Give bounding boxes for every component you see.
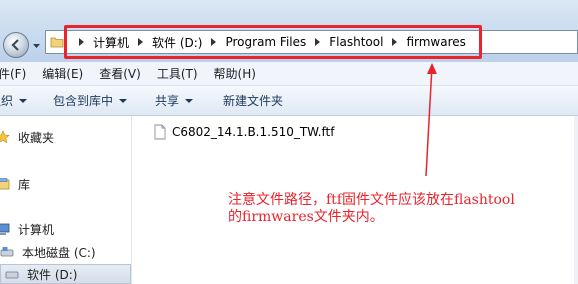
menu-tools[interactable]: 工具(T) xyxy=(157,65,198,82)
recent-pages-dropdown-icon[interactable] xyxy=(32,42,41,50)
breadcrumb-program-files[interactable]: Program Files xyxy=(225,35,306,49)
list-item[interactable]: C6802_14.1.B.1.510_TW.ftf xyxy=(154,124,334,140)
new-folder-label: 新建文件夹 xyxy=(223,94,284,108)
breadcrumb-software-d[interactable]: 软件 (D:) xyxy=(152,34,202,51)
menu-help[interactable]: 帮助(H) xyxy=(214,65,256,82)
computer-icon xyxy=(0,223,10,235)
breadcrumb-separator-icon[interactable] xyxy=(79,38,84,46)
breadcrumb-separator-icon[interactable] xyxy=(211,38,217,46)
include-in-library-label: 包含到库中 xyxy=(53,94,114,108)
chevron-down-icon xyxy=(19,98,28,103)
breadcrumb-computer[interactable]: 计算机 xyxy=(93,34,129,51)
chevron-down-icon xyxy=(119,98,128,103)
nav-item-local-disk-c[interactable]: 本地磁盘 (C:) xyxy=(0,242,96,262)
chevron-down-icon xyxy=(185,98,194,103)
share-label: 共享 xyxy=(155,94,180,108)
nav-item-label: 收藏夹 xyxy=(18,130,55,145)
annotation-note: 注意文件路径，ftf固件文件应该放在flashtool 的firmwares文件… xyxy=(228,192,573,226)
share-button[interactable]: 共享 xyxy=(155,92,194,109)
navigation-pane: 收藏夹 库 计算机 本地磁盘 (C:) 软件 (D:) xyxy=(0,116,132,284)
organize-label: 组织 xyxy=(0,94,14,108)
nav-item-computer[interactable]: 计算机 xyxy=(0,219,54,239)
drive-icon xyxy=(0,247,14,257)
new-folder-button[interactable]: 新建文件夹 xyxy=(223,92,283,109)
nav-item-label: 软件 (D:) xyxy=(27,267,78,282)
include-in-library-button[interactable]: 包含到库中 xyxy=(53,92,128,109)
drive-icon xyxy=(5,271,19,279)
address-bar[interactable]: 计算机 软件 (D:) Program Files Flashtool firm… xyxy=(45,30,578,54)
breadcrumb-firmwares[interactable]: firmwares xyxy=(406,35,465,49)
command-bar: 组织 包含到库中 共享 新建文件夹 xyxy=(0,86,578,116)
nav-item-libraries[interactable]: 库 xyxy=(0,174,30,194)
breadcrumb-separator-icon[interactable] xyxy=(138,38,144,46)
back-button[interactable] xyxy=(3,32,29,58)
folder-icon xyxy=(50,37,64,48)
nav-item-label: 库 xyxy=(18,177,31,192)
breadcrumb-separator-icon[interactable] xyxy=(392,38,398,46)
organize-button[interactable]: 组织 xyxy=(0,92,28,109)
menu-bar: 件(F) 编辑(E) 查看(V) 工具(T) 帮助(H) xyxy=(0,62,578,86)
back-arrow-icon xyxy=(11,39,19,51)
library-icon xyxy=(0,178,10,190)
menu-view[interactable]: 查看(V) xyxy=(99,65,141,82)
star-icon xyxy=(0,130,10,144)
annotation-line-2: 的firmwares文件夹内。 xyxy=(228,209,384,225)
file-name: C6802_14.1.B.1.510_TW.ftf xyxy=(172,125,335,139)
nav-item-favorites[interactable]: 收藏夹 xyxy=(0,127,54,147)
menu-edit[interactable]: 编辑(E) xyxy=(42,65,83,82)
nav-item-label: 计算机 xyxy=(18,222,55,237)
nav-item-label: 本地磁盘 (C:) xyxy=(22,245,96,260)
breadcrumb: 计算机 软件 (D:) Program Files Flashtool firm… xyxy=(70,34,466,51)
nav-item-software-d[interactable]: 软件 (D:) xyxy=(0,264,131,284)
menu-file[interactable]: 件(F) xyxy=(0,65,26,82)
scrollbar[interactable] xyxy=(574,116,578,284)
title-address-strip: 计算机 软件 (D:) Program Files Flashtool firm… xyxy=(0,0,578,62)
breadcrumb-flashtool[interactable]: Flashtool xyxy=(329,35,383,49)
annotation-line-1: 注意文件路径，ftf固件文件应该放在flashtool xyxy=(228,192,515,208)
file-icon xyxy=(154,124,166,140)
breadcrumb-separator-icon[interactable] xyxy=(315,38,321,46)
